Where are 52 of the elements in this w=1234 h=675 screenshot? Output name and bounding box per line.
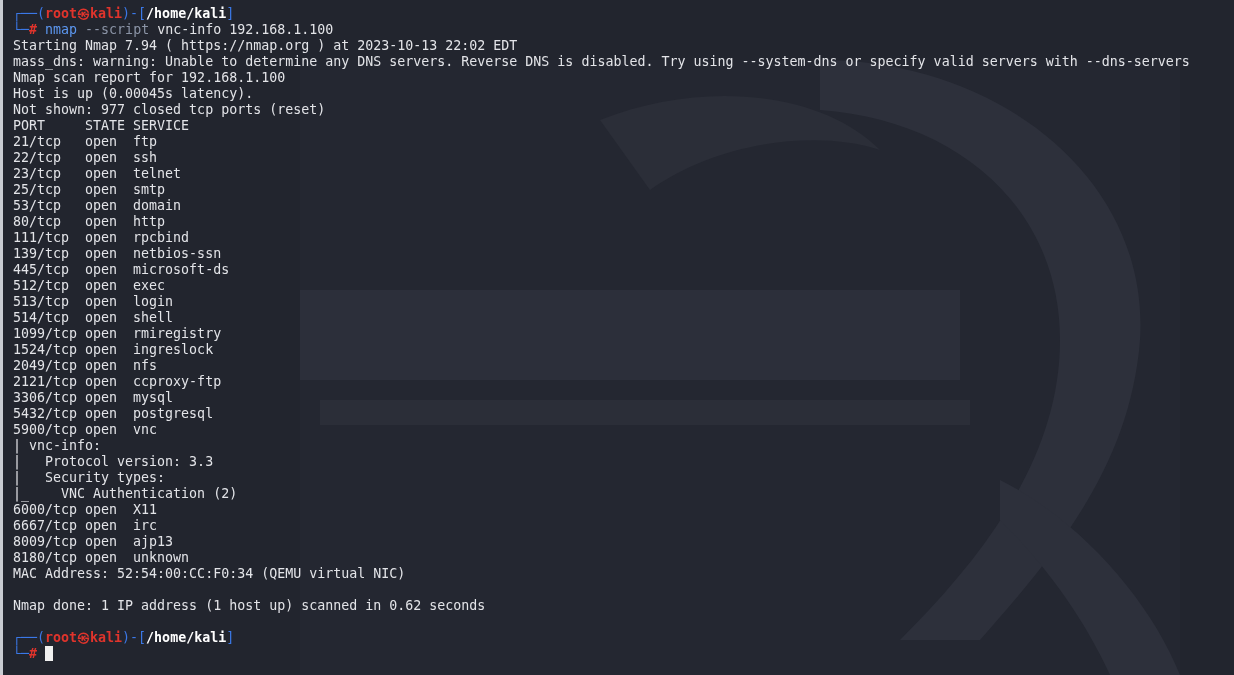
prompt-frame: ] — [226, 6, 235, 21]
prompt-path: /home/kali — [146, 6, 227, 21]
prompt-symbol: # — [29, 646, 38, 661]
output-line: 2121/tcp open ccproxy-ftp — [13, 374, 222, 389]
output-line: 514/tcp open shell — [13, 310, 174, 325]
output-line: mass_dns: warning: Unable to determine any DNS servers. Reverse DNS is disabled. Try using --system-dns or specify valid servers with --dns-servers — [13, 54, 1190, 69]
output-line: 1099/tcp open rmiregistry — [13, 326, 222, 341]
prompt-frame: └─ — [13, 646, 29, 661]
command-program: nmap — [45, 22, 78, 37]
prompt-frame: ┌──( — [13, 630, 46, 645]
output-line: |_ VNC Authentication (2) — [13, 486, 238, 501]
output-line: 25/tcp open smtp — [13, 182, 166, 197]
output-line: Not shown: 977 closed tcp ports (reset) — [13, 102, 326, 117]
output-line: | vnc-info: — [13, 438, 102, 453]
output-line: Starting Nmap 7.94 ( https://nmap.org ) at 2023-10-13 22:02 EDT — [13, 38, 518, 53]
output-line: 6000/tcp open X11 — [13, 502, 158, 517]
prompt-user: root㉿kali — [45, 6, 123, 21]
prompt-frame: )-[ — [122, 630, 147, 645]
output-line: 8009/tcp open ajp13 — [13, 534, 174, 549]
output-line: Host is up (0.00045s latency). — [13, 86, 254, 101]
output-line: 21/tcp open ftp — [13, 134, 158, 149]
output-line: 513/tcp open login — [13, 294, 174, 309]
output-line: 139/tcp open netbios-ssn — [13, 246, 222, 261]
output-line: PORT STATE SERVICE — [13, 118, 190, 133]
output-line: 80/tcp open http — [13, 214, 166, 229]
output-line: 22/tcp open ssh — [13, 150, 158, 165]
output-line: | Protocol version: 3.3 — [13, 454, 214, 469]
command-arg: vnc-info 192.168.1.100 — [157, 22, 334, 37]
prompt-frame: └─ — [13, 22, 29, 37]
output-line: 111/tcp open rpcbind — [13, 230, 190, 245]
prompt-symbol: # — [29, 22, 38, 37]
output-line: 3306/tcp open mysql — [13, 390, 174, 405]
output-line: Nmap scan report for 192.168.1.100 — [13, 70, 286, 85]
prompt-frame: ┌──( — [13, 6, 46, 21]
output-line: 6667/tcp open irc — [13, 518, 158, 533]
prompt-frame: )-[ — [122, 6, 147, 21]
command-option: --script — [85, 22, 150, 37]
output-line: 1524/tcp open ingreslock — [13, 342, 214, 357]
output-line: 8180/tcp open unknown — [13, 550, 190, 565]
output-line: 23/tcp open telnet — [13, 166, 182, 181]
output-line: 5432/tcp open postgresql — [13, 406, 214, 421]
output-line: Nmap done: 1 IP address (1 host up) scanned in 0.62 seconds — [13, 598, 486, 613]
output-line: 5900/tcp open vnc — [13, 422, 158, 437]
prompt-path: /home/kali — [146, 630, 227, 645]
prompt-frame: ] — [226, 630, 235, 645]
output-line: 2049/tcp open nfs — [13, 358, 158, 373]
output-line: 512/tcp open exec — [13, 278, 166, 293]
output-line: 445/tcp open microsoft-ds — [13, 262, 230, 277]
output-line: MAC Address: 52:54:00:CC:F0:34 (QEMU virtual NIC) — [13, 566, 406, 581]
output-line: 53/tcp open domain — [13, 198, 182, 213]
output-line: | Security types: — [13, 470, 166, 485]
prompt-user: root㉿kali — [45, 630, 123, 645]
